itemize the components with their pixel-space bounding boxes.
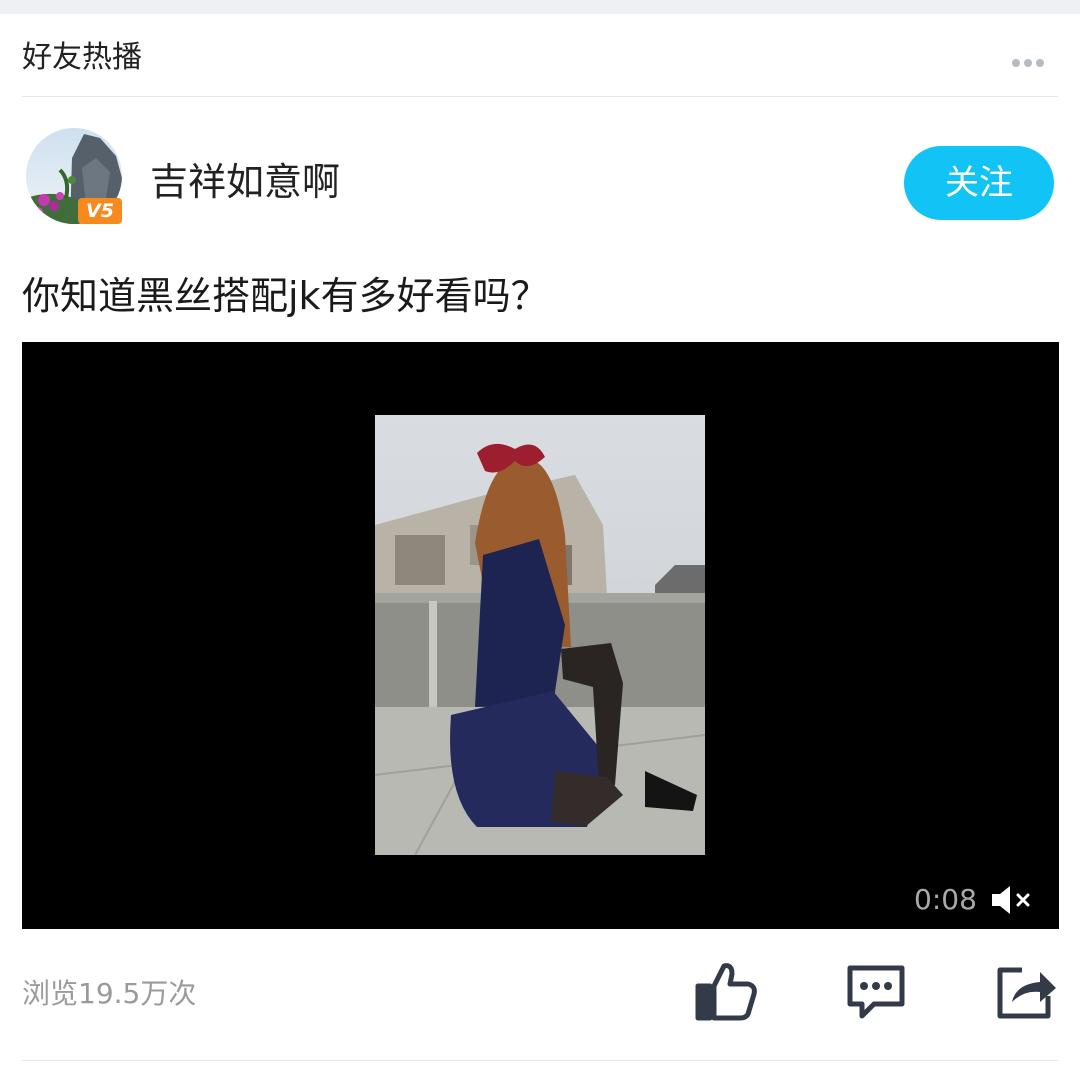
video-player[interactable]: 0:08 xyxy=(22,342,1059,929)
view-count: 浏览19.5万次 xyxy=(22,977,197,1010)
like-icon xyxy=(695,963,757,1021)
follow-button[interactable]: 关注 xyxy=(904,146,1054,220)
divider xyxy=(22,96,1058,97)
comment-icon xyxy=(847,965,905,1019)
divider xyxy=(22,1060,1058,1061)
more-dots-icon[interactable] xyxy=(1012,52,1052,67)
comment-button[interactable] xyxy=(844,960,908,1022)
video-duration: 0:08 xyxy=(914,883,977,916)
like-button[interactable] xyxy=(694,960,758,1022)
share-icon xyxy=(997,967,1056,1019)
video-thumbnail xyxy=(375,415,705,855)
vip-badge: V5 xyxy=(78,198,122,224)
mute-icon[interactable] xyxy=(990,884,1034,916)
share-button[interactable] xyxy=(994,960,1058,1022)
username[interactable]: 吉祥如意啊 xyxy=(150,158,340,206)
section-title: 好友热播 xyxy=(22,40,142,75)
post-card: 好友热播 V5 吉祥如意啊 关注 你知道黑丝搭配jk有多好看吗？ 0:08 浏览… xyxy=(0,14,1080,1070)
video-frame xyxy=(375,415,705,855)
post-title[interactable]: 你知道黑丝搭配jk有多好看吗？ xyxy=(22,270,549,322)
